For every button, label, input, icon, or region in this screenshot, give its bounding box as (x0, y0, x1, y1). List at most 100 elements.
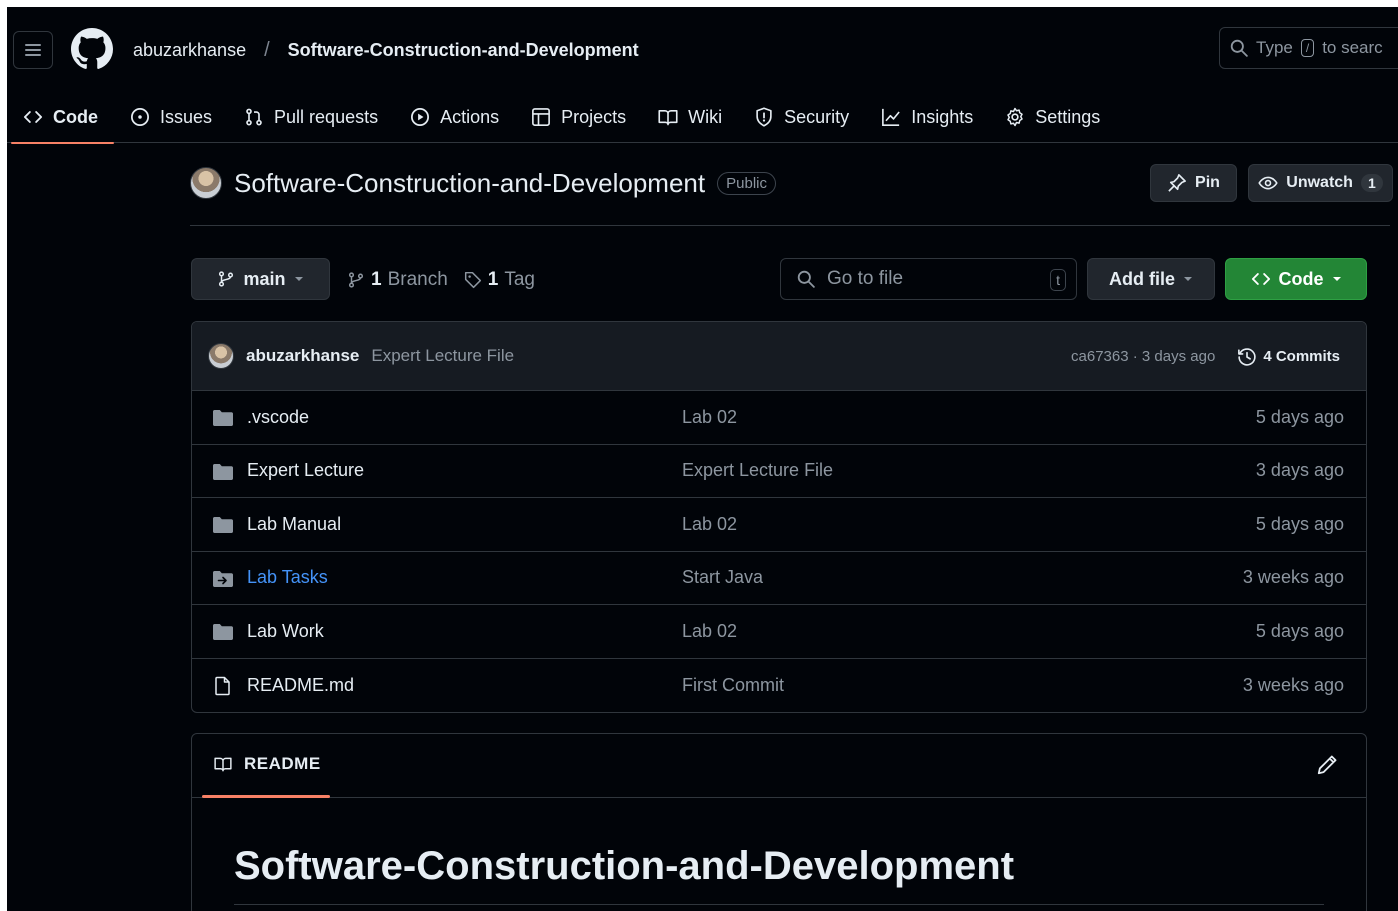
tab-security[interactable]: Security (738, 91, 865, 143)
branches-link[interactable]: 1 Branch (347, 269, 448, 291)
file-name[interactable]: Lab Work (247, 621, 324, 642)
caret-down-icon (294, 277, 303, 281)
pull-request-icon (246, 108, 262, 126)
repo-title-row: Software-Construction-and-Development Pu… (190, 167, 776, 199)
file-commit-message[interactable]: First Commit (682, 675, 784, 696)
code-button-label: Code (1278, 268, 1324, 289)
file-name[interactable]: README.md (247, 675, 354, 696)
global-search-input[interactable]: Type / to searc (1219, 27, 1398, 69)
commit-author-avatar[interactable] (208, 343, 234, 369)
owner-avatar[interactable] (190, 167, 222, 199)
file-row[interactable]: Lab Work Lab 02 5 days ago (192, 605, 1366, 659)
tab-label: Code (53, 106, 98, 127)
file-row[interactable]: Lab Tasks Start Java 3 weeks ago (192, 552, 1366, 605)
branch-icon (348, 272, 364, 288)
commit-author[interactable]: abuzarkhanse (246, 346, 359, 366)
add-file-label: Add file (1109, 268, 1175, 289)
search-shortcut-key: / (1300, 39, 1315, 57)
branch-select-button[interactable]: main (191, 258, 330, 300)
branch-count-label: Branch (387, 269, 448, 290)
tab-label: Issues (160, 106, 213, 127)
file-date: 3 weeks ago (1242, 567, 1344, 588)
latest-commit-row: abuzarkhanse Expert Lecture File ca67363… (192, 322, 1366, 391)
book-icon (658, 109, 678, 126)
tab-label: Security (784, 106, 850, 127)
tab-label: Wiki (688, 106, 723, 127)
folder-icon (213, 624, 233, 640)
divider (190, 225, 1390, 226)
file-commit-message[interactable]: Start Java (682, 567, 763, 588)
github-window: abuzarkhanse / Software-Construction-and… (7, 7, 1398, 911)
pin-icon (1168, 174, 1186, 192)
commit-message[interactable]: Expert Lecture File (371, 346, 514, 366)
file-name[interactable]: Lab Tasks (247, 567, 328, 588)
commits-history-link[interactable]: 4 Commits (1237, 347, 1340, 367)
breadcrumb-repo[interactable]: Software-Construction-and-Development (288, 40, 639, 61)
tab-issues[interactable]: Issues (114, 91, 228, 143)
tab-insights[interactable]: Insights (865, 91, 989, 143)
tab-wiki[interactable]: Wiki (642, 91, 738, 143)
add-file-button[interactable]: Add file (1087, 258, 1215, 300)
file-commit-message[interactable]: Lab 02 (682, 621, 737, 642)
history-icon (1238, 347, 1256, 366)
play-icon (411, 108, 430, 126)
gear-icon (1007, 107, 1023, 127)
hamburger-icon (25, 44, 41, 56)
graph-icon (882, 108, 900, 126)
folder-icon (213, 517, 233, 533)
tab-label: Insights (911, 106, 974, 127)
shield-icon (756, 107, 772, 127)
visibility-badge: Public (717, 171, 776, 195)
tab-label: Projects (561, 106, 627, 127)
file-name[interactable]: Expert Lecture (247, 460, 364, 481)
tab-projects[interactable]: Projects (515, 91, 642, 143)
code-icon (23, 111, 43, 123)
breadcrumb-separator: / (264, 39, 270, 61)
pencil-icon[interactable] (1316, 754, 1338, 776)
file-commit-message[interactable]: Lab 02 (682, 514, 737, 535)
eye-icon (1258, 176, 1278, 190)
table-icon (532, 108, 551, 126)
commits-count-label: 4 Commits (1263, 348, 1340, 365)
tab-actions[interactable]: Actions (394, 91, 515, 143)
github-logo-icon[interactable] (71, 28, 113, 70)
readme-heading: Software-Construction-and-Development (234, 844, 1015, 888)
branch-icon (219, 271, 234, 287)
menu-button[interactable] (13, 31, 53, 69)
file-commit-message[interactable]: Expert Lecture File (682, 460, 833, 481)
file-date: 3 days ago (1255, 460, 1344, 481)
folder-icon (213, 410, 233, 426)
repo-nav-tabs: Code Issues Pull requests Actions Projec… (7, 91, 1116, 144)
tab-label: Settings (1035, 106, 1101, 127)
unwatch-label: Unwatch (1286, 174, 1353, 191)
commit-hash-time[interactable]: ca67363 · 3 days ago (1071, 348, 1215, 365)
go-to-file-input[interactable]: Go to file t (780, 258, 1077, 300)
readme-tab[interactable]: README (212, 754, 321, 774)
readme-heading-rule (234, 904, 1324, 905)
file-row[interactable]: .vscode Lab 02 5 days ago (192, 391, 1366, 445)
breadcrumb-owner[interactable]: abuzarkhanse (133, 40, 246, 61)
file-name[interactable]: Lab Manual (247, 514, 341, 535)
file-tree-table: abuzarkhanse Expert Lecture File ca67363… (191, 321, 1367, 713)
unwatch-button[interactable]: Unwatch 1 (1248, 164, 1393, 202)
file-name[interactable]: .vscode (247, 407, 309, 428)
submodule-folder-icon (213, 570, 233, 587)
code-dropdown-button[interactable]: Code (1225, 258, 1367, 300)
file-row[interactable]: README.md First Commit 3 weeks ago (192, 659, 1366, 713)
file-commit-message[interactable]: Lab 02 (682, 407, 737, 428)
search-icon (797, 270, 815, 288)
tag-count: 1 (487, 269, 499, 290)
tab-code[interactable]: Code (7, 91, 114, 144)
pin-button[interactable]: Pin (1150, 164, 1237, 202)
file-date: 5 days ago (1255, 620, 1344, 641)
file-row[interactable]: Expert Lecture Expert Lecture File 3 day… (192, 445, 1366, 498)
readme-panel: README Software-Construction-and-Develop… (191, 733, 1367, 911)
tags-link[interactable]: 1 Tag (464, 269, 535, 291)
book-icon (214, 757, 232, 772)
tab-pull-requests[interactable]: Pull requests (228, 91, 394, 143)
code-icon (1251, 273, 1270, 285)
file-row[interactable]: Lab Manual Lab 02 5 days ago (192, 498, 1366, 552)
tab-settings[interactable]: Settings (989, 91, 1116, 143)
readme-tab-underline (202, 795, 330, 798)
breadcrumb: abuzarkhanse / Software-Construction-and… (133, 39, 639, 62)
